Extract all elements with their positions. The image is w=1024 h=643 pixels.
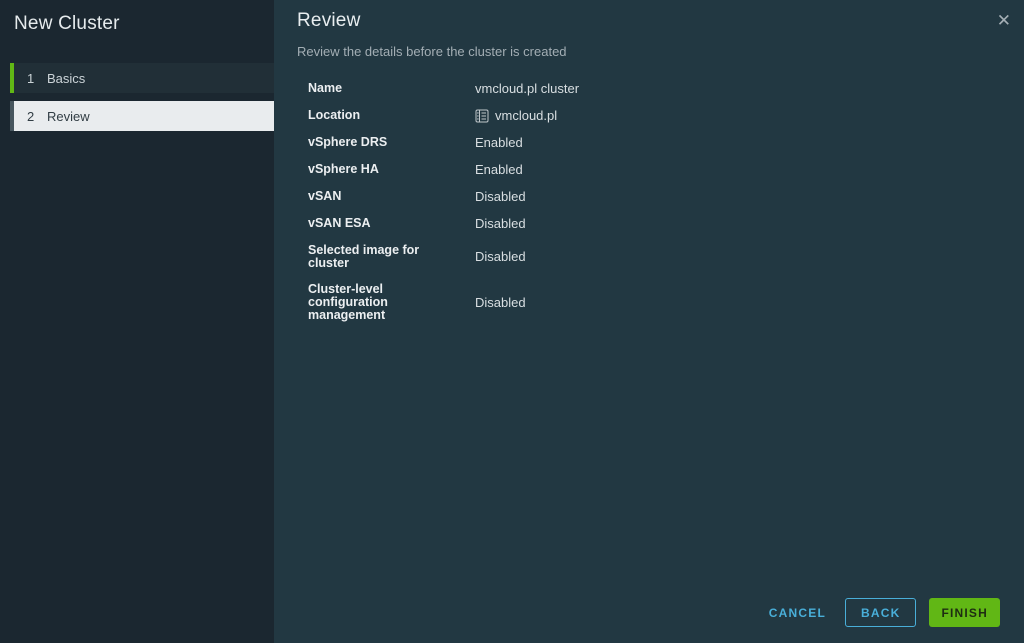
row-label: vSAN (308, 190, 440, 204)
table-row: Location vmcl (308, 109, 1024, 123)
step-number: 2 (27, 109, 47, 124)
row-value: Enabled (475, 163, 523, 177)
table-row: vSphere DRS Enabled (308, 136, 1024, 150)
row-value: Disabled (475, 283, 526, 322)
dialog-title: New Cluster (0, 0, 274, 35)
wizard-sidebar: New Cluster 1 Basics 2 Review (0, 0, 274, 643)
table-row: Cluster-level configuration management D… (308, 283, 1024, 322)
wizard-step-basics[interactable]: 1 Basics (0, 63, 274, 93)
step-row: 1 Basics (14, 63, 274, 93)
dialog-footer: CANCEL BACK FINISH (763, 598, 1000, 627)
row-label: Cluster-level configuration management (308, 283, 440, 322)
row-label: Selected image for cluster (308, 244, 440, 270)
row-value-text: vmcloud.pl (495, 109, 557, 123)
row-label: vSphere DRS (308, 136, 440, 150)
back-button[interactable]: BACK (845, 598, 916, 627)
new-cluster-dialog: New Cluster 1 Basics 2 Review ✕ Review R… (0, 0, 1024, 643)
page-title: Review (274, 0, 1024, 32)
row-label: vSAN ESA (308, 217, 440, 231)
row-label: Name (308, 82, 440, 96)
wizard-steps: 1 Basics 2 Review (0, 63, 274, 131)
table-row: vSAN ESA Disabled (308, 217, 1024, 231)
table-row: vSAN Disabled (308, 190, 1024, 204)
row-value: vmcloud.pl cluster (475, 82, 579, 96)
step-label: Basics (47, 71, 85, 86)
vcenter-icon (475, 109, 489, 123)
row-label: vSphere HA (308, 163, 440, 177)
row-value: Disabled (475, 217, 526, 231)
review-panel: ✕ Review Review the details before the c… (274, 0, 1024, 643)
cancel-button[interactable]: CANCEL (763, 598, 832, 627)
finish-button[interactable]: FINISH (929, 598, 1000, 627)
table-row: Selected image for cluster Disabled (308, 244, 1024, 270)
table-row: Name vmcloud.pl cluster (308, 82, 1024, 96)
row-value: vmcloud.pl (475, 109, 557, 123)
review-details-table: Name vmcloud.pl cluster Location (308, 82, 1024, 322)
row-value: Disabled (475, 244, 526, 270)
page-subtitle: Review the details before the cluster is… (274, 32, 1024, 59)
row-label: Location (308, 109, 440, 123)
table-row: vSphere HA Enabled (308, 163, 1024, 177)
step-row: 2 Review (14, 101, 274, 131)
step-label: Review (47, 109, 90, 124)
wizard-step-review[interactable]: 2 Review (0, 101, 274, 131)
row-value: Enabled (475, 136, 523, 150)
row-value: Disabled (475, 190, 526, 204)
step-number: 1 (27, 71, 47, 86)
close-icon[interactable]: ✕ (997, 12, 1011, 29)
